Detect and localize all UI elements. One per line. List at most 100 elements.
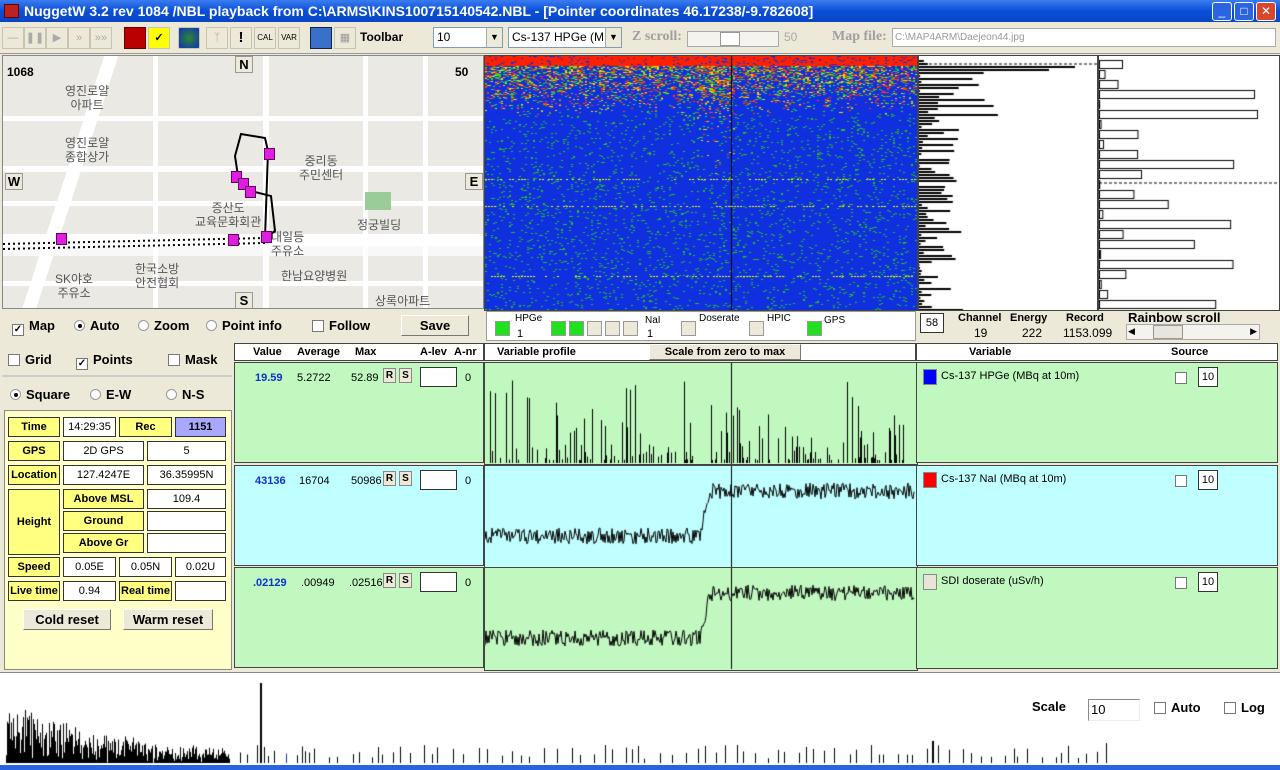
square-radio[interactable]: Square (10, 387, 70, 402)
minimize-button[interactable]: _ (1212, 2, 1232, 21)
spectrum-waterfall[interactable] (484, 55, 918, 311)
variable-select[interactable]: Cs-137 HPGe (M ▼ (508, 27, 622, 48)
scale-input[interactable]: 10 (1088, 699, 1140, 721)
rec-label: Rec (119, 417, 172, 437)
checkbox-icon (8, 354, 20, 366)
source-checkbox[interactable] (1175, 372, 1187, 384)
nai-count: 1 (647, 328, 654, 340)
nai-label: NaI (645, 315, 661, 326)
rainbow-scrollbar[interactable]: ◀ ▶ (1126, 324, 1260, 340)
record-list-icon[interactable] (124, 27, 146, 49)
reset-s-button[interactable]: S (399, 573, 412, 588)
source-input[interactable]: 10 (1198, 367, 1218, 387)
maximize-button[interactable]: □ (1234, 2, 1254, 21)
reset-s-button[interactable]: S (399, 471, 412, 486)
nai-indicator (587, 321, 602, 336)
radio-icon (138, 320, 149, 331)
reset-r-button[interactable]: R (383, 368, 396, 383)
track-point (56, 233, 67, 245)
track-point (228, 234, 239, 246)
speed-label: Speed (8, 557, 60, 577)
alev-input[interactable] (420, 367, 457, 387)
play-icon[interactable]: ▶ (46, 27, 68, 49)
alev-header: A-lev (420, 346, 447, 358)
points-checkbox[interactable]: ✓ Points (76, 352, 133, 370)
zscroll-thumb[interactable] (720, 32, 740, 46)
log-checkbox[interactable]: Log (1224, 700, 1265, 715)
ns-radio[interactable]: N-S (166, 387, 204, 402)
follow-checkbox[interactable]: Follow (312, 318, 370, 333)
auto-checkbox[interactable]: Auto (1154, 700, 1201, 715)
print-icon[interactable]: ▦ (334, 27, 356, 49)
color-swatch[interactable] (923, 369, 937, 385)
ew-radio[interactable]: E-W (90, 387, 131, 402)
alev-input[interactable] (420, 470, 457, 490)
profile-hpge[interactable] (484, 362, 918, 465)
alev-input[interactable] (420, 572, 457, 592)
reset-r-button[interactable]: R (383, 471, 396, 486)
gps-label: GPS (8, 441, 60, 461)
color-swatch[interactable] (923, 574, 937, 590)
average-value: .00949 (301, 577, 335, 589)
checkbox-checked-icon: ✓ (76, 358, 88, 370)
real-time-value (175, 581, 226, 601)
auto-radio[interactable]: Auto (74, 318, 120, 333)
follow-label: Follow (329, 318, 371, 333)
track-point (245, 186, 256, 198)
current-value: 19.59 (255, 372, 283, 384)
zoom-radio[interactable]: Zoom (138, 318, 189, 333)
fast-forward-icon[interactable]: » (68, 27, 90, 49)
log-label: Log (1241, 700, 1265, 715)
alert-icon[interactable]: ! (230, 27, 252, 49)
variable-name: SDI doserate (uSv/h) (941, 575, 1044, 587)
graph-icon[interactable]: ᛉ (206, 27, 228, 49)
points-label: Points (93, 352, 133, 367)
gps-label: GPS (824, 315, 846, 326)
var-button[interactable]: VAR (278, 27, 300, 49)
cold-reset-button[interactable]: Cold reset (23, 609, 111, 630)
globe-icon[interactable] (178, 27, 200, 49)
close-button[interactable]: ✕ (1256, 2, 1276, 21)
scroll-left-icon[interactable]: ◀ (1128, 326, 1135, 337)
channel-box[interactable]: 58 (920, 313, 944, 333)
fastest-forward-icon[interactable]: »» (90, 27, 112, 49)
max-value: 50986 (351, 475, 382, 487)
mapfile-input[interactable]: C:\MAP4ARM\Daejeon44.jpg (892, 28, 1276, 47)
source-input[interactable]: 10 (1198, 572, 1218, 592)
spectrum-bars[interactable] (0, 673, 1120, 765)
point-info-radio[interactable]: Point info (206, 318, 282, 333)
histogram-left (918, 55, 1098, 311)
warm-reset-button[interactable]: Warm reset (123, 609, 213, 630)
save-button[interactable]: Save (401, 315, 469, 336)
source-checkbox[interactable] (1175, 577, 1187, 589)
profile-nai[interactable] (484, 465, 918, 568)
pause-icon[interactable]: ❚❚ (24, 27, 46, 49)
save-disk-icon[interactable] (310, 27, 332, 49)
scroll-right-icon[interactable]: ▶ (1250, 326, 1257, 337)
reset-s-button[interactable]: S (399, 368, 412, 383)
source-checkbox[interactable] (1175, 475, 1187, 487)
scroll-thumb[interactable] (1153, 325, 1183, 339)
zscroll-label: Z scroll: (632, 29, 682, 44)
cal-button[interactable]: CAL (254, 27, 276, 49)
current-value: 43136 (255, 475, 286, 487)
checkmark-icon[interactable]: ✓ (148, 27, 170, 49)
title-bar: NuggetW 3.2 rev 1084 /NBL playback from … (0, 0, 1280, 22)
map-view[interactable]: 1068 50 N S W E 영진로얄 아파트 영진로얄 종합상가 중리동 주… (2, 55, 484, 309)
grid-label: Grid (25, 352, 52, 367)
radio-selected-icon (10, 389, 21, 400)
profile-doserate[interactable] (484, 567, 918, 671)
current-value: .02129 (253, 577, 287, 589)
reset-r-button[interactable]: R (383, 573, 396, 588)
stop-icon[interactable]: — (2, 27, 24, 49)
mask-label: Mask (185, 352, 218, 367)
map-checkbox[interactable]: ✓ Map (12, 318, 55, 336)
color-swatch[interactable] (923, 472, 937, 488)
zscroll-slider[interactable] (687, 31, 779, 47)
variable-title: Variable (969, 346, 1012, 358)
grid-checkbox[interactable]: Grid (8, 352, 52, 367)
scale-zero-max-button[interactable]: Scale from zero to max (649, 344, 801, 360)
count-select[interactable]: 10 ▼ (433, 27, 503, 48)
mask-checkbox[interactable]: Mask (168, 352, 218, 367)
source-input[interactable]: 10 (1198, 470, 1218, 490)
